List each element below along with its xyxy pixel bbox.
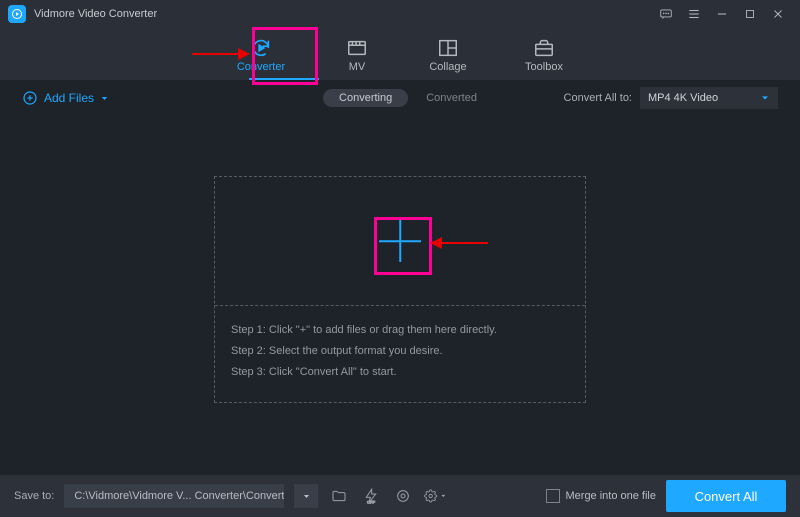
open-folder-button[interactable] [328,485,350,507]
chevron-down-icon [100,94,109,103]
step-text: Step 3: Click "Convert All" to start. [231,362,569,383]
bottombar: Save to: C:\Vidmore\Vidmore V... Convert… [0,475,800,517]
tab-collage[interactable]: Collage [423,36,473,73]
subbar: Add Files Converting Converted Convert A… [0,80,800,116]
subtab-converted[interactable]: Converted [426,92,477,104]
app-logo-icon [8,5,26,23]
add-files-label: Add Files [44,91,94,105]
converter-icon [250,36,272,60]
merge-label: Merge into one file [566,490,657,502]
tab-toolbox[interactable]: Toolbox [519,36,569,73]
big-plus-icon[interactable] [379,220,421,262]
output-format-value: MP4 4K Video [648,92,718,104]
tab-label: Converter [237,61,285,73]
convert-all-button[interactable]: Convert All [666,480,786,512]
chevron-down-icon [302,492,311,501]
chevron-down-icon [760,93,770,103]
dropzone[interactable]: Step 1: Click "+" to add files or drag t… [214,176,586,403]
feedback-icon[interactable] [652,0,680,28]
high-speed-button[interactable] [392,485,414,507]
output-format-select[interactable]: MP4 4K Video [640,87,778,109]
close-button[interactable] [764,0,792,28]
menu-icon[interactable] [680,0,708,28]
save-to-label: Save to: [14,490,54,502]
minimize-button[interactable] [708,0,736,28]
collage-icon [437,36,459,60]
tab-mv[interactable]: MV [337,36,377,73]
app-title: Vidmore Video Converter [34,8,157,20]
tab-converter[interactable]: Converter [231,36,291,73]
settings-button[interactable] [424,485,446,507]
plus-circle-icon [22,90,38,106]
titlebar: Vidmore Video Converter [0,0,800,28]
toolbox-icon [533,36,555,60]
svg-text:OFF: OFF [367,499,376,504]
step-text: Step 1: Click "+" to add files or drag t… [231,320,569,341]
main-area: Step 1: Click "+" to add files or drag t… [0,116,800,456]
dropzone-instructions: Step 1: Click "+" to add files or drag t… [215,306,585,397]
add-files-button[interactable]: Add Files [22,90,109,106]
gpu-accel-button[interactable]: OFF [360,485,382,507]
convert-all-label: Convert All [695,489,758,504]
maximize-button[interactable] [736,0,764,28]
checkbox-box [546,489,560,503]
merge-checkbox[interactable]: Merge into one file [546,489,657,503]
convert-all-to-label: Convert All to: [564,92,632,104]
tab-label: Toolbox [525,61,563,73]
chevron-down-icon [440,492,447,500]
mv-icon [346,36,368,60]
save-path-field[interactable]: C:\Vidmore\Vidmore V... Converter\Conver… [64,484,284,508]
save-path-dropdown[interactable] [294,484,318,508]
dropzone-upper[interactable] [215,177,585,306]
step-text: Step 2: Select the output format you des… [231,341,569,362]
tab-underline [249,78,319,80]
main-tabstrip: Converter MV Collage Toolbox [0,28,800,80]
subtab-converting[interactable]: Converting [323,89,408,107]
tab-label: Collage [429,61,466,73]
save-path-value: C:\Vidmore\Vidmore V... Converter\Conver… [74,490,284,502]
tab-label: MV [349,61,366,73]
